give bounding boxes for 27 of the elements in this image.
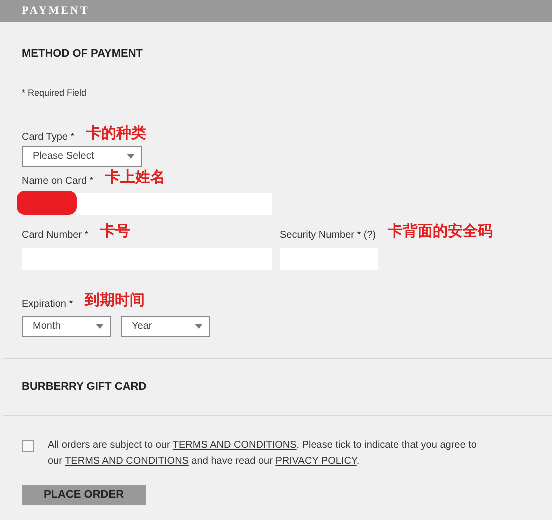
section-heading: BURBERRY GIFT CARD: [22, 381, 147, 393]
caret-icon: [127, 154, 135, 159]
required-note: * Required Field: [22, 88, 87, 98]
expiration-dropdown[interactable]: Month: [22, 316, 111, 337]
section-title: PAYMENT: [22, 5, 90, 17]
annotation-text: 卡上姓名: [106, 168, 166, 187]
annotation-text: 卡号: [100, 222, 131, 241]
terms-link[interactable]: TERMS AND CONDITIONS: [65, 456, 189, 467]
terms-link[interactable]: PRIVACY POLICY: [276, 456, 357, 467]
annotation-text: 到期时间: [85, 291, 146, 310]
terms-link[interactable]: TERMS AND CONDITIONS: [172, 440, 297, 451]
caret-icon: [195, 324, 203, 329]
field-label: Expiration *: [22, 299, 74, 310]
field-label: Card Type *: [22, 132, 75, 143]
section-heading: METHOD OF PAYMENT: [22, 48, 144, 60]
terms-checkbox[interactable]: [22, 440, 34, 452]
place-order-button[interactable]: PLACE ORDER: [22, 485, 146, 505]
annotation-text: 卡的种类: [86, 124, 147, 143]
field-label: Card Number *: [22, 230, 89, 241]
expiration-dropdown[interactable]: Year: [121, 316, 210, 337]
card-type-dropdown[interactable]: Please Select: [22, 146, 142, 167]
caret-icon: [96, 324, 104, 329]
field-label: Name on Card *: [22, 176, 94, 187]
name-input-field[interactable]: [77, 193, 272, 215]
terms-text: All orders are subject to our TERMS AND CONDITIONS. Please tick to indicate that you agree to our TERMS AND CONDITIONS and have read our PRIVACY POLICY.: [48, 439, 478, 469]
field-label: Security Number * (?): [280, 230, 376, 241]
annotation-text: 卡背面的安全码: [388, 222, 494, 241]
